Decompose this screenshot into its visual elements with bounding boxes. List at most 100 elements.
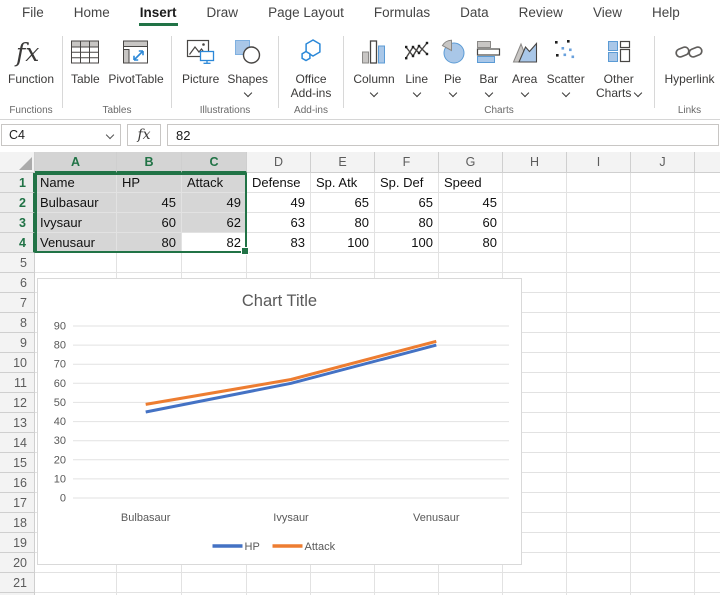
table-button[interactable]: Table — [70, 33, 100, 87]
cell-K16[interactable] — [695, 473, 720, 493]
column-header-B[interactable]: B — [117, 152, 182, 173]
cell-H21[interactable] — [503, 573, 567, 593]
chevron-down-icon[interactable] — [448, 89, 456, 97]
cell-J18[interactable] — [631, 513, 695, 533]
cell-B3[interactable]: 60 — [117, 213, 182, 233]
chevron-down-icon[interactable] — [520, 89, 528, 97]
column-header-A[interactable]: A — [35, 152, 117, 173]
row-header-12[interactable]: 12 — [0, 393, 35, 413]
tab-page-layout[interactable]: Page Layout — [253, 0, 359, 28]
cell-K5[interactable] — [695, 253, 720, 273]
cell-J12[interactable] — [631, 393, 695, 413]
row-header-15[interactable]: 15 — [0, 453, 35, 473]
tab-draw[interactable]: Draw — [192, 0, 254, 28]
hyperlink-button[interactable]: Hyperlink — [664, 33, 714, 87]
chart-title[interactable]: Chart Title — [242, 292, 317, 310]
tab-formulas[interactable]: Formulas — [359, 0, 445, 28]
cell-F1[interactable]: Sp. Def — [375, 173, 439, 193]
tab-help[interactable]: Help — [637, 0, 695, 28]
cell-D1[interactable]: Defense — [247, 173, 311, 193]
pie-button[interactable]: Pie — [439, 33, 467, 96]
cell-J19[interactable] — [631, 533, 695, 553]
cell-H1[interactable] — [503, 173, 567, 193]
cell-D5[interactable] — [247, 253, 311, 273]
pivottable-button[interactable]: PivotTable — [108, 33, 163, 87]
column-header-F[interactable]: F — [375, 152, 439, 173]
cell-I5[interactable] — [567, 253, 631, 273]
cell-J3[interactable] — [631, 213, 695, 233]
cell-B4[interactable]: 80 — [117, 233, 182, 253]
chevron-down-icon[interactable] — [412, 89, 420, 97]
cell-K1[interactable] — [695, 173, 720, 193]
cell-J4[interactable] — [631, 233, 695, 253]
column-header-J[interactable]: J — [631, 152, 695, 173]
column-header-C[interactable]: C — [182, 152, 247, 173]
cell-J6[interactable] — [631, 273, 695, 293]
series-line-Attack[interactable] — [146, 341, 437, 404]
cell-K8[interactable] — [695, 313, 720, 333]
cell-J13[interactable] — [631, 413, 695, 433]
column-header-H[interactable]: H — [503, 152, 567, 173]
cell-A5[interactable] — [35, 253, 117, 273]
row-header-4[interactable]: 4 — [0, 233, 35, 253]
row-header-7[interactable]: 7 — [0, 293, 35, 313]
scatter-button[interactable]: Scatter — [547, 33, 585, 96]
cell-I9[interactable] — [567, 333, 631, 353]
cell-K19[interactable] — [695, 533, 720, 553]
cell-I15[interactable] — [567, 453, 631, 473]
cell-G4[interactable]: 80 — [439, 233, 503, 253]
chevron-down-icon[interactable] — [106, 131, 114, 139]
cell-J7[interactable] — [631, 293, 695, 313]
cell-J1[interactable] — [631, 173, 695, 193]
cell-I17[interactable] — [567, 493, 631, 513]
row-header-14[interactable]: 14 — [0, 433, 35, 453]
cell-K15[interactable] — [695, 453, 720, 473]
cell-J8[interactable] — [631, 313, 695, 333]
cell-F21[interactable] — [375, 573, 439, 593]
cell-C21[interactable] — [182, 573, 247, 593]
chevron-down-icon[interactable] — [484, 89, 492, 97]
cell-E3[interactable]: 80 — [311, 213, 375, 233]
cell-B2[interactable]: 45 — [117, 193, 182, 213]
cell-C5[interactable] — [182, 253, 247, 273]
cell-C2[interactable]: 49 — [182, 193, 247, 213]
cell-H5[interactable] — [503, 253, 567, 273]
row-header-13[interactable]: 13 — [0, 413, 35, 433]
column-header-G[interactable]: G — [439, 152, 503, 173]
cell-F3[interactable]: 80 — [375, 213, 439, 233]
row-header-21[interactable]: 21 — [0, 573, 35, 593]
cell-K10[interactable] — [695, 353, 720, 373]
cell-K7[interactable] — [695, 293, 720, 313]
cell-B5[interactable] — [117, 253, 182, 273]
cell-H4[interactable] — [503, 233, 567, 253]
cell-B1[interactable]: HP — [117, 173, 182, 193]
column-header-E[interactable]: E — [311, 152, 375, 173]
cell-F2[interactable]: 65 — [375, 193, 439, 213]
row-header-19[interactable]: 19 — [0, 533, 35, 553]
cell-D2[interactable]: 49 — [247, 193, 311, 213]
cell-F4[interactable]: 100 — [375, 233, 439, 253]
cell-E21[interactable] — [311, 573, 375, 593]
cell-I1[interactable] — [567, 173, 631, 193]
cell-I8[interactable] — [567, 313, 631, 333]
tab-home[interactable]: Home — [59, 0, 125, 28]
cell-G3[interactable]: 60 — [439, 213, 503, 233]
embedded-chart[interactable]: Chart Title0102030405060708090BulbasaurI… — [37, 278, 522, 565]
picture-button[interactable]: Picture — [182, 33, 219, 87]
bar-button[interactable]: Bar — [475, 33, 503, 96]
tab-insert[interactable]: Insert — [125, 0, 192, 28]
row-header-17[interactable]: 17 — [0, 493, 35, 513]
tab-review[interactable]: Review — [504, 0, 578, 28]
row-header-18[interactable]: 18 — [0, 513, 35, 533]
cell-I3[interactable] — [567, 213, 631, 233]
row-header-9[interactable]: 9 — [0, 333, 35, 353]
cell-F5[interactable] — [375, 253, 439, 273]
cell-A4[interactable]: Venusaur — [35, 233, 117, 253]
cell-D21[interactable] — [247, 573, 311, 593]
cell-K21[interactable] — [695, 573, 720, 593]
chevron-down-icon[interactable] — [634, 89, 642, 97]
cell-K2[interactable] — [695, 193, 720, 213]
tab-view[interactable]: View — [578, 0, 637, 28]
cell-A3[interactable]: Ivysaur — [35, 213, 117, 233]
cell-G21[interactable] — [439, 573, 503, 593]
